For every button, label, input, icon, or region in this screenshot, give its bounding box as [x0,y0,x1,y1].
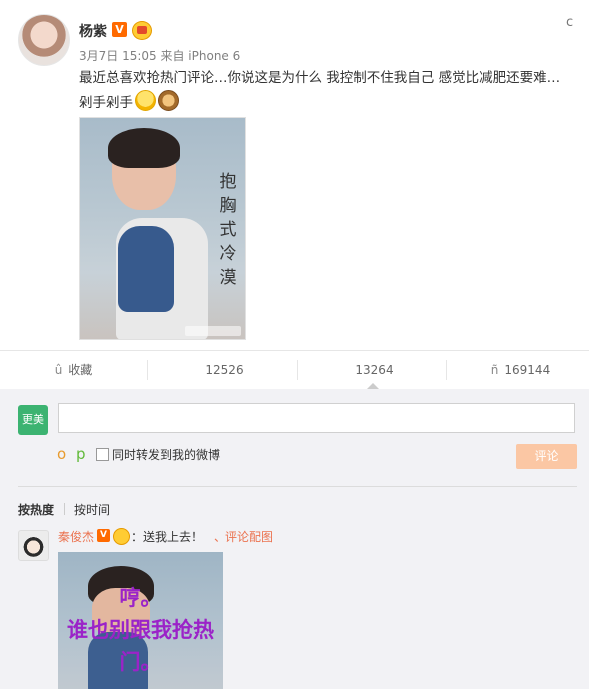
post-text: 最近总喜欢抢热门评论…你说这是为什么 我控制不住我自己 感觉比减肥还要难… 剁手… [79,67,579,115]
post-text-line-2-text: 剁手剁手 [79,95,133,111]
image-child-bib [118,226,174,312]
author-name[interactable]: 杨紫 [79,21,107,41]
thumbs-up-icon: ñ [490,363,499,377]
favorite-label: 收藏 [68,363,93,377]
comment-divider [18,486,577,487]
like-button[interactable]: ñ 169144 [447,351,589,389]
repost-count: 12526 [205,363,244,377]
comment-image-caption: 哼。 谁也别跟我抢热 门。 [67,586,214,674]
comment-image-link[interactable]: 评论配图 [225,528,273,545]
commenter-crown-icon[interactable] [113,528,130,545]
commenter-name[interactable]: 秦俊杰 [58,528,94,545]
picture-button-icon[interactable]: p [76,445,86,463]
post-meta[interactable]: 3月7日 15:05 来自 iPhone 6 [79,47,240,64]
my-avatar[interactable]: 更美 [18,405,48,435]
commenter-avatar[interactable] [18,530,49,561]
post-text-line-2: 剁手剁手 [79,90,579,115]
sort-divider [64,503,65,515]
post-text-line-1: 最近总喜欢抢热门评论…你说这是为什么 我控制不住我自己 感觉比减肥还要难… [79,70,561,86]
repost-checkbox[interactable] [96,448,109,461]
repost-checkbox-label[interactable]: 同时转发到我的微博 [112,446,220,463]
like-count: 169144 [504,363,551,377]
dog-emoji-icon [158,90,179,111]
commenter-verified-badge-icon[interactable]: V [97,529,110,542]
favorite-button[interactable]: û 收藏 [0,351,147,389]
image-child-hair [108,128,180,168]
repost-button[interactable]: 12526 [148,351,295,389]
emoji-button-icon[interactable]: o [57,445,66,463]
comment-input[interactable] [58,403,575,433]
comment-text: ：送我上去！ [131,530,204,544]
image-vertical-caption: 抱胸式冷漠 [219,172,237,288]
post-menu-icon[interactable]: c [566,15,573,30]
verified-badge-icon[interactable]: V [112,22,127,37]
sort-by-time-tab[interactable]: 按时间 [74,501,110,518]
submit-comment-button[interactable]: 评论 [516,444,577,469]
post-image[interactable]: 抱胸式冷漠 [79,117,246,340]
member-crown-icon[interactable] [132,21,152,40]
author-avatar[interactable] [18,14,70,66]
comment-count: 13264 [355,363,394,377]
hug-emoji-icon [135,90,156,111]
star-icon: û [54,363,63,377]
post-action-bar: û 收藏 12526 13264 ñ 169144 [0,350,589,390]
image-watermark [185,326,241,336]
weibo-post: 杨紫 V c 3月7日 15:05 来自 iPhone 6 最近总喜欢抢热门评论… [0,0,589,350]
comment-image[interactable]: 哼。 谁也别跟我抢热 门。 [58,552,223,689]
comment-section: 更美 o p 同时转发到我的微博 评论 按热度 按时间 秦俊杰 V ：送我上去！… [0,389,589,689]
sort-by-hot-tab[interactable]: 按热度 [18,501,54,518]
